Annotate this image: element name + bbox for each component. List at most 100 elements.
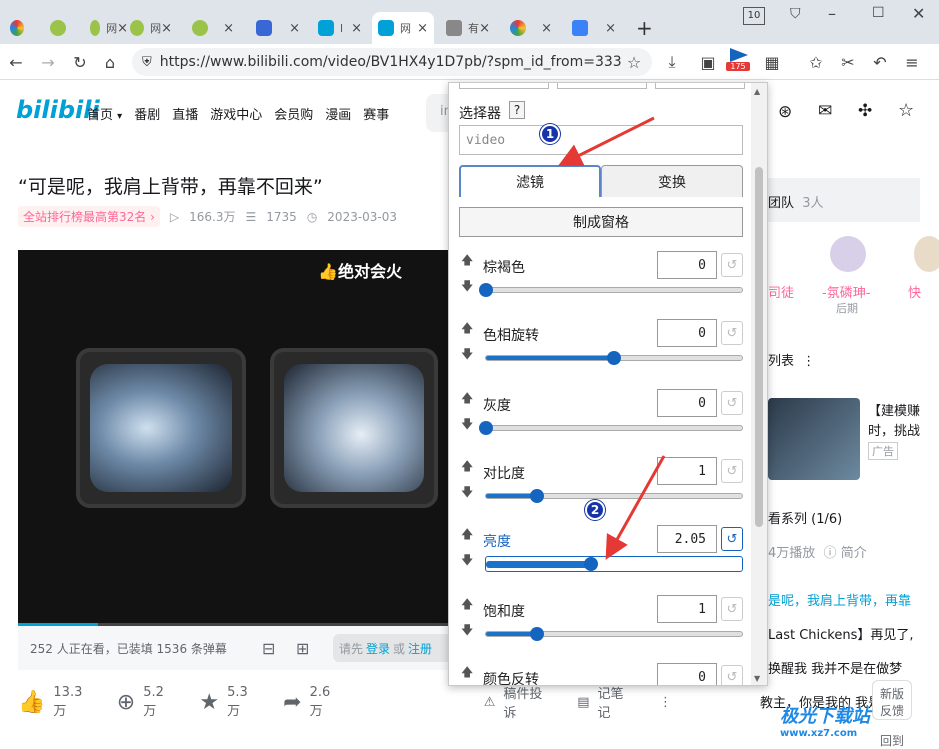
reader-icon[interactable]: ▣ (698, 52, 718, 72)
rank-badge[interactable]: 全站排行榜最高第32名 › (18, 206, 160, 227)
close-icon[interactable]: × (223, 21, 234, 36)
arrow-up-icon[interactable]: 🡅 (461, 389, 473, 410)
reset-icon[interactable]: ↺ (721, 597, 743, 621)
more-icon[interactable]: ⋮ (659, 695, 672, 710)
fan-icon[interactable]: ✣ (858, 101, 872, 121)
reload-icon[interactable]: ↻ (70, 52, 90, 72)
filter-slider[interactable] (485, 627, 743, 641)
close-icon[interactable]: × (351, 21, 362, 36)
tab-4[interactable]: × (186, 12, 240, 44)
member-name[interactable]: -氛磷珅- (822, 282, 870, 301)
scroll-up-icon[interactable]: ▲ (754, 87, 760, 96)
download-icon[interactable]: ⤓ (662, 52, 682, 72)
slider-knob[interactable] (607, 351, 621, 365)
arrow-up-icon[interactable]: 🡅 (461, 457, 473, 478)
feedback-button[interactable]: 新版 反馈 (872, 680, 912, 720)
avatar[interactable] (914, 236, 939, 272)
filter-slider[interactable] (479, 283, 743, 297)
episode-item[interactable]: 换醒我 我并不是在做梦 (768, 658, 902, 677)
favorites-icon[interactable]: ✩ (806, 52, 826, 72)
tab-active[interactable]: 网 × (372, 12, 434, 44)
filter-slider[interactable] (485, 556, 743, 572)
tab-8[interactable]: 有 × (440, 12, 496, 44)
message-icon[interactable]: ✉ (818, 101, 832, 121)
tab-5[interactable]: × (250, 12, 306, 44)
reset-icon[interactable]: ↺ (721, 321, 743, 345)
dynamic-icon[interactable]: ⊛ (778, 102, 792, 122)
filter-slider[interactable] (479, 421, 743, 435)
tab-10[interactable]: × (566, 12, 622, 44)
back-to-top[interactable]: 回到 (880, 732, 904, 749)
new-tab-button[interactable]: + (630, 12, 660, 44)
close-icon[interactable]: × (161, 21, 172, 36)
close-icon[interactable]: × (417, 21, 428, 36)
fav-button[interactable]: ★ 5.3万 (199, 685, 257, 719)
reset-icon[interactable]: ↺ (721, 391, 743, 415)
nav-match[interactable]: 赛事 (363, 104, 389, 123)
nav-game[interactable]: 游戏中心 (210, 104, 262, 123)
filter-slider[interactable] (485, 351, 743, 365)
reset-icon[interactable]: ↺ (721, 665, 743, 685)
close-icon[interactable]: × (479, 21, 490, 36)
slider-knob[interactable] (583, 557, 598, 571)
selector-input[interactable]: video (459, 125, 743, 155)
nav-live[interactable]: 直播 (172, 104, 198, 123)
nav-shop[interactable]: 会员购 (274, 104, 313, 123)
arrow-up-icon[interactable]: 🡅 (461, 319, 473, 340)
arrow-down-icon[interactable]: 🡇 (461, 551, 473, 572)
tab-9[interactable]: × (504, 12, 558, 44)
filter-value-input[interactable]: 0 (657, 389, 717, 417)
minimize-button[interactable]: – (828, 4, 836, 23)
member-name[interactable]: 司徒 (768, 282, 794, 301)
slider-knob[interactable] (479, 421, 493, 435)
arrow-up-icon[interactable]: 🡅 (461, 595, 473, 616)
make-grid-button[interactable]: 制成窗格 (459, 207, 743, 237)
back-icon[interactable]: ← (6, 52, 26, 72)
video-player[interactable]: 👍绝对会火 (18, 250, 460, 626)
browser-logo-icon[interactable] (4, 12, 36, 44)
tab-filters[interactable]: 滤镜 (459, 165, 601, 197)
danmaku-settings-icon[interactable]: ⊞ (296, 639, 309, 658)
nav-bangumi[interactable]: 番剧 (134, 104, 160, 123)
ad-title[interactable]: 【建模赚 (868, 400, 920, 419)
filter-value-input[interactable]: 0 (657, 319, 717, 347)
filter-value-input[interactable]: 0 (657, 663, 717, 685)
member-name[interactable]: 快 (908, 282, 921, 301)
home-icon[interactable]: ⌂ (100, 52, 120, 72)
panel-scrollbar[interactable]: ▲ ▼ (751, 83, 767, 685)
tab-6[interactable]: l × (312, 12, 368, 44)
scissors-icon[interactable]: ✂ (838, 52, 858, 72)
like-button[interactable]: 👍 13.3万 (18, 685, 91, 719)
filter-value-input[interactable]: 1 (657, 595, 717, 623)
report-button[interactable]: ⚠ 稿件投诉 (484, 683, 551, 721)
filter-value-input[interactable]: 1 (657, 457, 717, 485)
arrow-up-icon[interactable]: 🡅 (461, 251, 473, 272)
login-link[interactable]: 登录 (366, 640, 390, 657)
arrow-down-icon[interactable]: 🡇 (461, 415, 473, 436)
maximize-button[interactable]: ☐ (872, 5, 885, 21)
address-bar[interactable]: ⛨ https://www.bilibili.com/video/BV1HX4y… (132, 48, 652, 76)
scroll-down-icon[interactable]: ▼ (754, 674, 760, 683)
nav-home[interactable]: 首页 ▾ (87, 104, 122, 123)
share-button[interactable]: ➦ 2.6万 (283, 685, 340, 719)
tab-3[interactable]: 网 × (124, 12, 178, 44)
ad-title[interactable]: 时，挑战 (868, 420, 920, 439)
extension-icon[interactable]: 175 (726, 48, 750, 76)
filter-slider[interactable] (485, 489, 743, 503)
avatar[interactable] (830, 236, 866, 272)
coin-button[interactable]: ⊕ 5.2万 (117, 685, 174, 719)
tab-count-badge[interactable]: 10 (743, 7, 765, 25)
reset-icon[interactable]: ↺ (721, 253, 743, 277)
close-window-button[interactable]: ✕ (912, 4, 925, 23)
help-button[interactable]: ? (509, 101, 525, 119)
undo-icon[interactable]: ↶ (870, 52, 890, 72)
filter-value-input[interactable]: 0 (657, 251, 717, 279)
slider-knob[interactable] (530, 489, 545, 503)
episode-item[interactable]: Last Chickens】再见了, (768, 624, 914, 643)
slider-knob[interactable] (479, 283, 493, 297)
scroll-thumb[interactable] (755, 167, 763, 527)
close-icon[interactable]: × (605, 21, 616, 36)
arrow-up-icon[interactable]: 🡅 (461, 525, 473, 546)
arrow-down-icon[interactable]: 🡇 (461, 277, 473, 298)
star-icon[interactable]: ☆ (624, 52, 644, 72)
